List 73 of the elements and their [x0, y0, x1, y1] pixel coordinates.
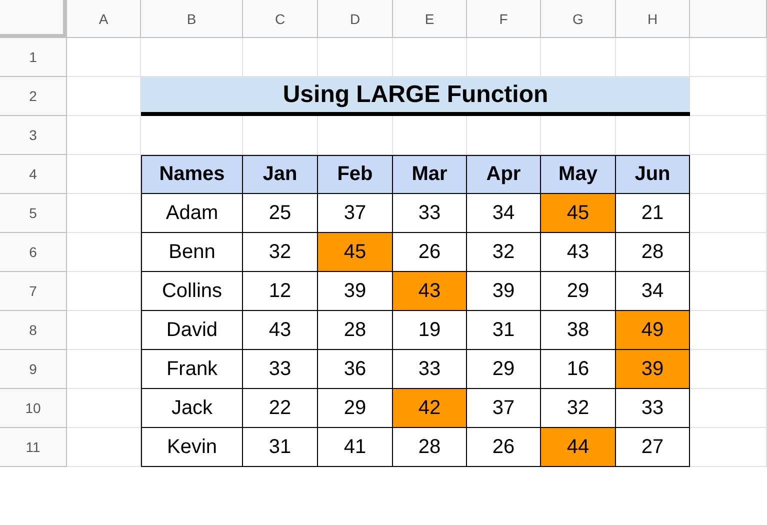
column-header[interactable]: D: [318, 0, 393, 38]
table-cell: 37: [467, 389, 541, 428]
table-cell: 12: [243, 272, 318, 311]
column-header[interactable]: G: [541, 0, 616, 38]
column-header[interactable]: E: [393, 0, 467, 38]
table-header-cell: Jan: [243, 155, 318, 194]
table-cell: Collins: [141, 272, 243, 311]
row-header[interactable]: 7: [0, 272, 67, 311]
table-cell: 22: [243, 389, 318, 428]
table-cell: Jack: [141, 389, 243, 428]
table-cell: 29: [541, 272, 616, 311]
column-header[interactable]: C: [243, 0, 318, 38]
sheet-title: Using LARGE Function: [141, 77, 690, 116]
table-header-cell: Names: [141, 155, 243, 194]
column-header[interactable]: F: [467, 0, 541, 38]
table-cell: 42: [393, 389, 467, 428]
table-cell: 33: [243, 350, 318, 389]
table-cell: 39: [467, 272, 541, 311]
table-cell: 21: [616, 194, 690, 233]
table-cell: 49: [616, 311, 690, 350]
row-header[interactable]: 2: [0, 77, 67, 116]
row-header[interactable]: 6: [0, 233, 67, 272]
row-header[interactable]: 10: [0, 389, 67, 428]
blank-column-header[interactable]: [690, 0, 767, 38]
table-cell: Adam: [141, 194, 243, 233]
empty-cell[interactable]: [690, 233, 767, 272]
table-header-cell: Mar: [393, 155, 467, 194]
table-cell: 27: [616, 428, 690, 467]
table-header-cell: May: [541, 155, 616, 194]
table-cell: 31: [467, 311, 541, 350]
row-header[interactable]: 4: [0, 155, 67, 194]
table-cell: 25: [243, 194, 318, 233]
empty-cell[interactable]: [690, 272, 767, 311]
column-header[interactable]: H: [616, 0, 690, 38]
table-cell: 43: [541, 233, 616, 272]
table-cell: 32: [467, 233, 541, 272]
table-cell: Kevin: [141, 428, 243, 467]
table-cell: Frank: [141, 350, 243, 389]
table-cell: 28: [318, 311, 393, 350]
table-cell: 28: [616, 233, 690, 272]
table-cell: 44: [541, 428, 616, 467]
empty-cell[interactable]: [690, 38, 767, 77]
empty-cell[interactable]: [690, 194, 767, 233]
empty-cell[interactable]: [690, 116, 767, 155]
table-cell: 45: [541, 194, 616, 233]
column-header[interactable]: B: [141, 0, 243, 38]
row-header[interactable]: 9: [0, 350, 67, 389]
row-header[interactable]: 3: [0, 116, 67, 155]
row-header[interactable]: 11: [0, 428, 67, 467]
table-header-cell: Apr: [467, 155, 541, 194]
table-cell: 31: [243, 428, 318, 467]
table-cell: 33: [616, 389, 690, 428]
table-cell: 45: [318, 233, 393, 272]
table-cell: Benn: [141, 233, 243, 272]
row-header[interactable]: 1: [0, 38, 67, 77]
table-cell: 43: [243, 311, 318, 350]
select-all-corner[interactable]: [0, 0, 67, 38]
table-cell: 39: [616, 350, 690, 389]
table-header-cell: Jun: [616, 155, 690, 194]
row-header[interactable]: 5: [0, 194, 67, 233]
empty-cell[interactable]: [690, 428, 767, 467]
table-cell: 19: [393, 311, 467, 350]
table-cell: 28: [393, 428, 467, 467]
table-cell: 29: [467, 350, 541, 389]
table-cell: 33: [393, 194, 467, 233]
row-header[interactable]: 8: [0, 311, 67, 350]
column-header[interactable]: A: [67, 0, 141, 38]
table-cell: David: [141, 311, 243, 350]
empty-cell[interactable]: [690, 389, 767, 428]
table-cell: 43: [393, 272, 467, 311]
table-cell: 41: [318, 428, 393, 467]
table-cell: 36: [318, 350, 393, 389]
table-header-cell: Feb: [318, 155, 393, 194]
